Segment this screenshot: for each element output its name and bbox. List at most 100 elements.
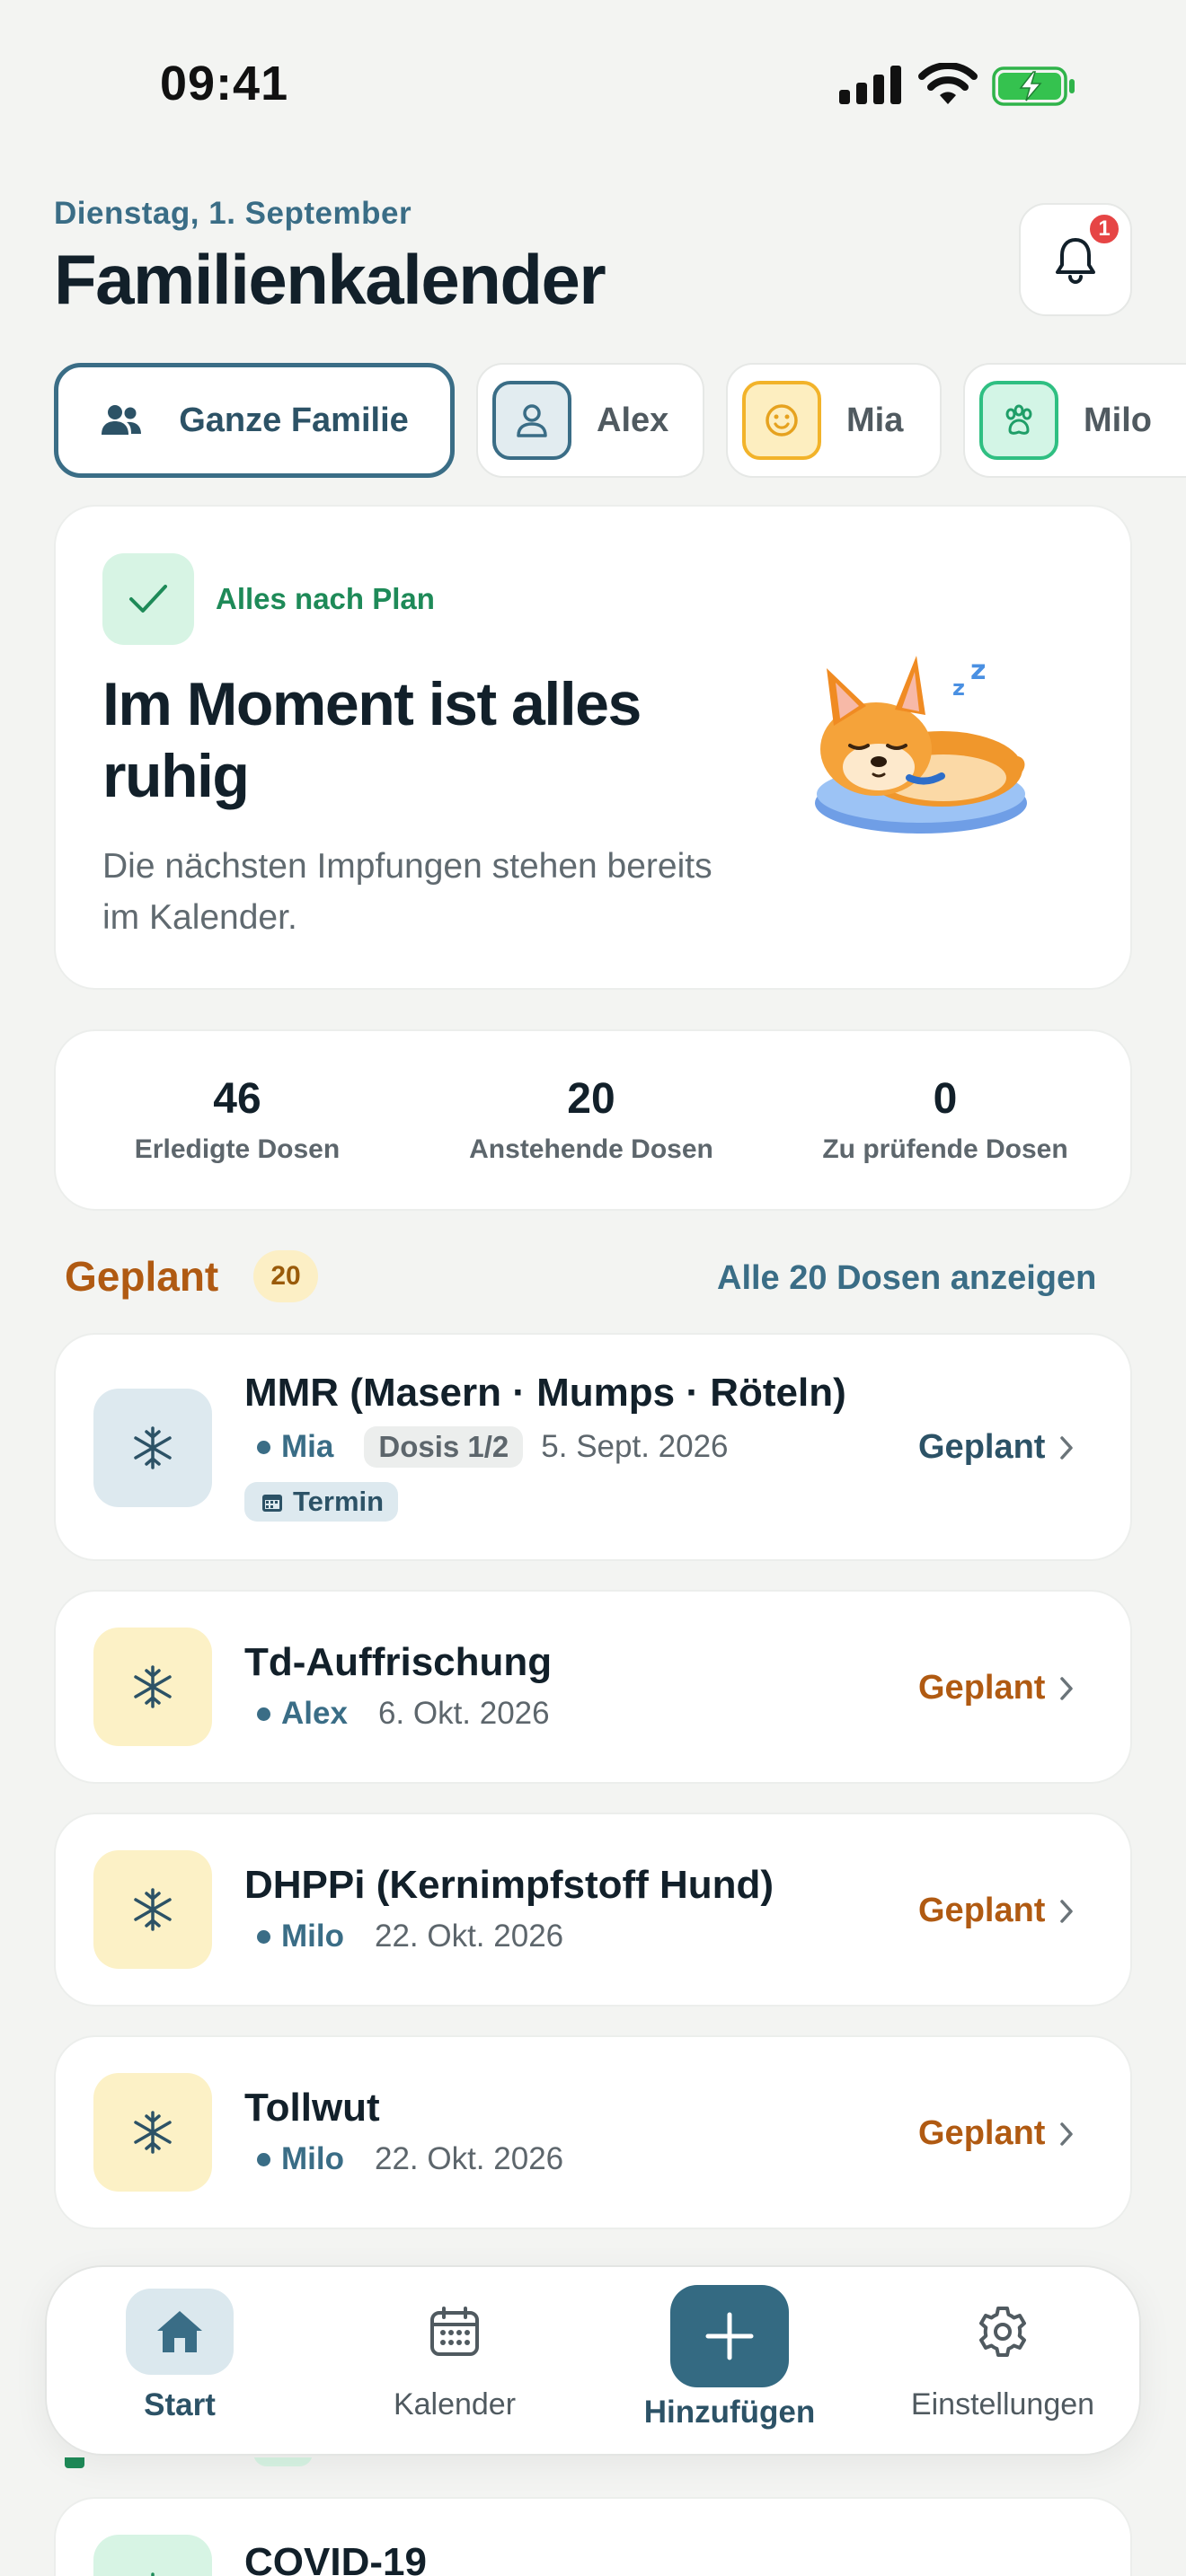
nav-active-indicator: [126, 2289, 234, 2375]
gear-icon: [979, 2307, 1026, 2357]
item-meta: Milo 22. Okt. 2026: [257, 2141, 563, 2177]
filter-chip-milo[interactable]: Milo: [963, 363, 1186, 478]
avatar-mia: [742, 381, 821, 460]
home-icon: [157, 2311, 202, 2352]
vaccine-icon: [151, 2572, 155, 2576]
item-name: MMR (Masern · Mumps · Röteln): [244, 1371, 846, 1415]
vaccine-icon-box: [93, 2535, 212, 2576]
smiley-icon: [766, 404, 798, 437]
nav-calendar[interactable]: Kalender: [347, 2289, 562, 2422]
status-subtitle: Die nächsten Impfungen stehen bereits im…: [102, 847, 712, 937]
nav-label: Hinzufügen: [643, 2395, 816, 2430]
chevron-right-icon: [1060, 2122, 1074, 2146]
item-person: Milo: [281, 1919, 344, 1954]
avatar-alex: [492, 381, 571, 460]
filter-chip-label: Milo: [1084, 401, 1152, 439]
section-count-badge: 20: [253, 1250, 318, 1302]
nav-label: Kalender: [393, 2387, 517, 2422]
vaccination-item[interactable]: [54, 2497, 1132, 2576]
stat-value: 46: [213, 1075, 261, 1123]
paw-icon: [1005, 404, 1032, 435]
filter-chip-mia[interactable]: Mia: [726, 363, 942, 478]
add-button[interactable]: [670, 2285, 789, 2387]
filter-chip-label: Ganze Familie: [179, 401, 409, 439]
stat-value: 0: [933, 1075, 958, 1123]
current-date: Dienstag, 1. September: [54, 196, 412, 231]
status-label: Geplant: [918, 2114, 1046, 2152]
item-date: 6. Okt. 2026: [377, 1696, 550, 1731]
status-tag: Alles nach Plan: [216, 582, 435, 615]
item-name: Td-Auffrischung: [244, 1640, 553, 1684]
stat-completed: 46 Erledigte Dosen: [58, 1074, 417, 1165]
person-dot: [257, 2152, 270, 2166]
filter-chip-label: Alex: [597, 401, 669, 439]
nav-settings[interactable]: Einstellungen: [895, 2289, 1111, 2422]
vaccine-icon-box: [93, 2073, 212, 2192]
show-all-doses-link[interactable]: Alle 20 Dosen anzeigen: [717, 1259, 1096, 1298]
item-person: Milo: [281, 2141, 344, 2176]
item-meta: Alex 6. Okt. 2026: [257, 1696, 550, 1732]
item-date: 22. Okt. 2026: [374, 1919, 564, 1954]
svg-text:z: z: [952, 675, 965, 701]
vaccine-icon: [134, 1426, 172, 1469]
person-dot: [257, 1929, 270, 1944]
item-name: DHPPi (Kernimpfstoff Hund): [244, 1863, 774, 1907]
chevron-right-icon: [1060, 1899, 1074, 1923]
battery-charging-icon: [992, 66, 1075, 106]
person-dot: [257, 1707, 270, 1721]
chevron-right-icon: [1060, 1435, 1074, 1460]
family-icon: [102, 405, 142, 435]
calendar-small-icon: [262, 1495, 282, 1512]
status-label: Geplant: [918, 1892, 1046, 1929]
calendar-icon: [430, 2307, 479, 2356]
vaccine-icon-box: [93, 1850, 212, 1969]
filter-chip-alex[interactable]: Alex: [476, 363, 704, 478]
sleeping-dog-illustration: z z: [815, 655, 1027, 834]
person-dot: [257, 1440, 270, 1454]
status-label: Geplant: [918, 1428, 1046, 1466]
item-person: Mia: [281, 1429, 334, 1464]
dose-badge: Dosis 1/2: [364, 1426, 524, 1468]
item-status: Geplant: [918, 2114, 1075, 2153]
stat-label: Erledigte Dosen: [134, 1134, 341, 1164]
bell-icon: [1056, 238, 1095, 284]
hidden-section-peek: [65, 2457, 1107, 2472]
vaccine-icon: [134, 2111, 172, 2154]
appointment-label: Termin: [293, 1486, 385, 1517]
item-person: Alex: [281, 1696, 348, 1731]
avatar-milo: [979, 381, 1058, 460]
nav-start[interactable]: Start: [72, 2289, 288, 2423]
vaccine-icon-box: [93, 1389, 212, 1507]
cellular-signal-icon: [839, 66, 901, 104]
status-time: 09:41: [160, 57, 289, 110]
vaccine-icon: [134, 1665, 172, 1708]
stat-value: 20: [567, 1075, 615, 1123]
stat-label: Zu prüfende Dosen: [822, 1134, 1068, 1164]
stat-label: Anstehende Dosen: [469, 1134, 713, 1164]
nav-label: Einstellungen: [910, 2387, 1095, 2422]
svg-text:z: z: [970, 655, 986, 686]
item-meta: Mia Dosis 1/2 5. Sept. 2026: [257, 1426, 729, 1468]
filter-chip-family[interactable]: Ganze Familie: [54, 363, 455, 478]
item-status: Geplant: [918, 1892, 1075, 1930]
section-title: Geplant: [65, 1253, 219, 1300]
vaccine-icon: [134, 1888, 172, 1931]
stat-review: 0 Zu prüfende Dosen: [766, 1074, 1125, 1165]
person-icon: [517, 404, 547, 437]
item-name: COVID-19: [244, 2540, 427, 2576]
plus-icon: [705, 2312, 754, 2360]
item-date: 22. Okt. 2026: [374, 2141, 564, 2176]
appointment-tag: Termin: [244, 1482, 399, 1522]
nav-add[interactable]: Hinzufügen: [622, 2395, 837, 2430]
check-badge: [102, 553, 194, 645]
nav-label: Start: [144, 2387, 216, 2422]
item-status: Geplant: [918, 1428, 1075, 1467]
status-headline: Im Moment ist alles ruhig: [102, 670, 642, 810]
notification-badge: 1: [1087, 212, 1121, 246]
item-date: 5. Sept. 2026: [541, 1429, 729, 1464]
vaccine-icon-box: [93, 1628, 212, 1746]
page-title: Familienkalender: [54, 240, 606, 319]
status-label: Geplant: [918, 1669, 1046, 1707]
wifi-icon: [918, 63, 978, 104]
item-meta: Milo 22. Okt. 2026: [257, 1919, 563, 1954]
